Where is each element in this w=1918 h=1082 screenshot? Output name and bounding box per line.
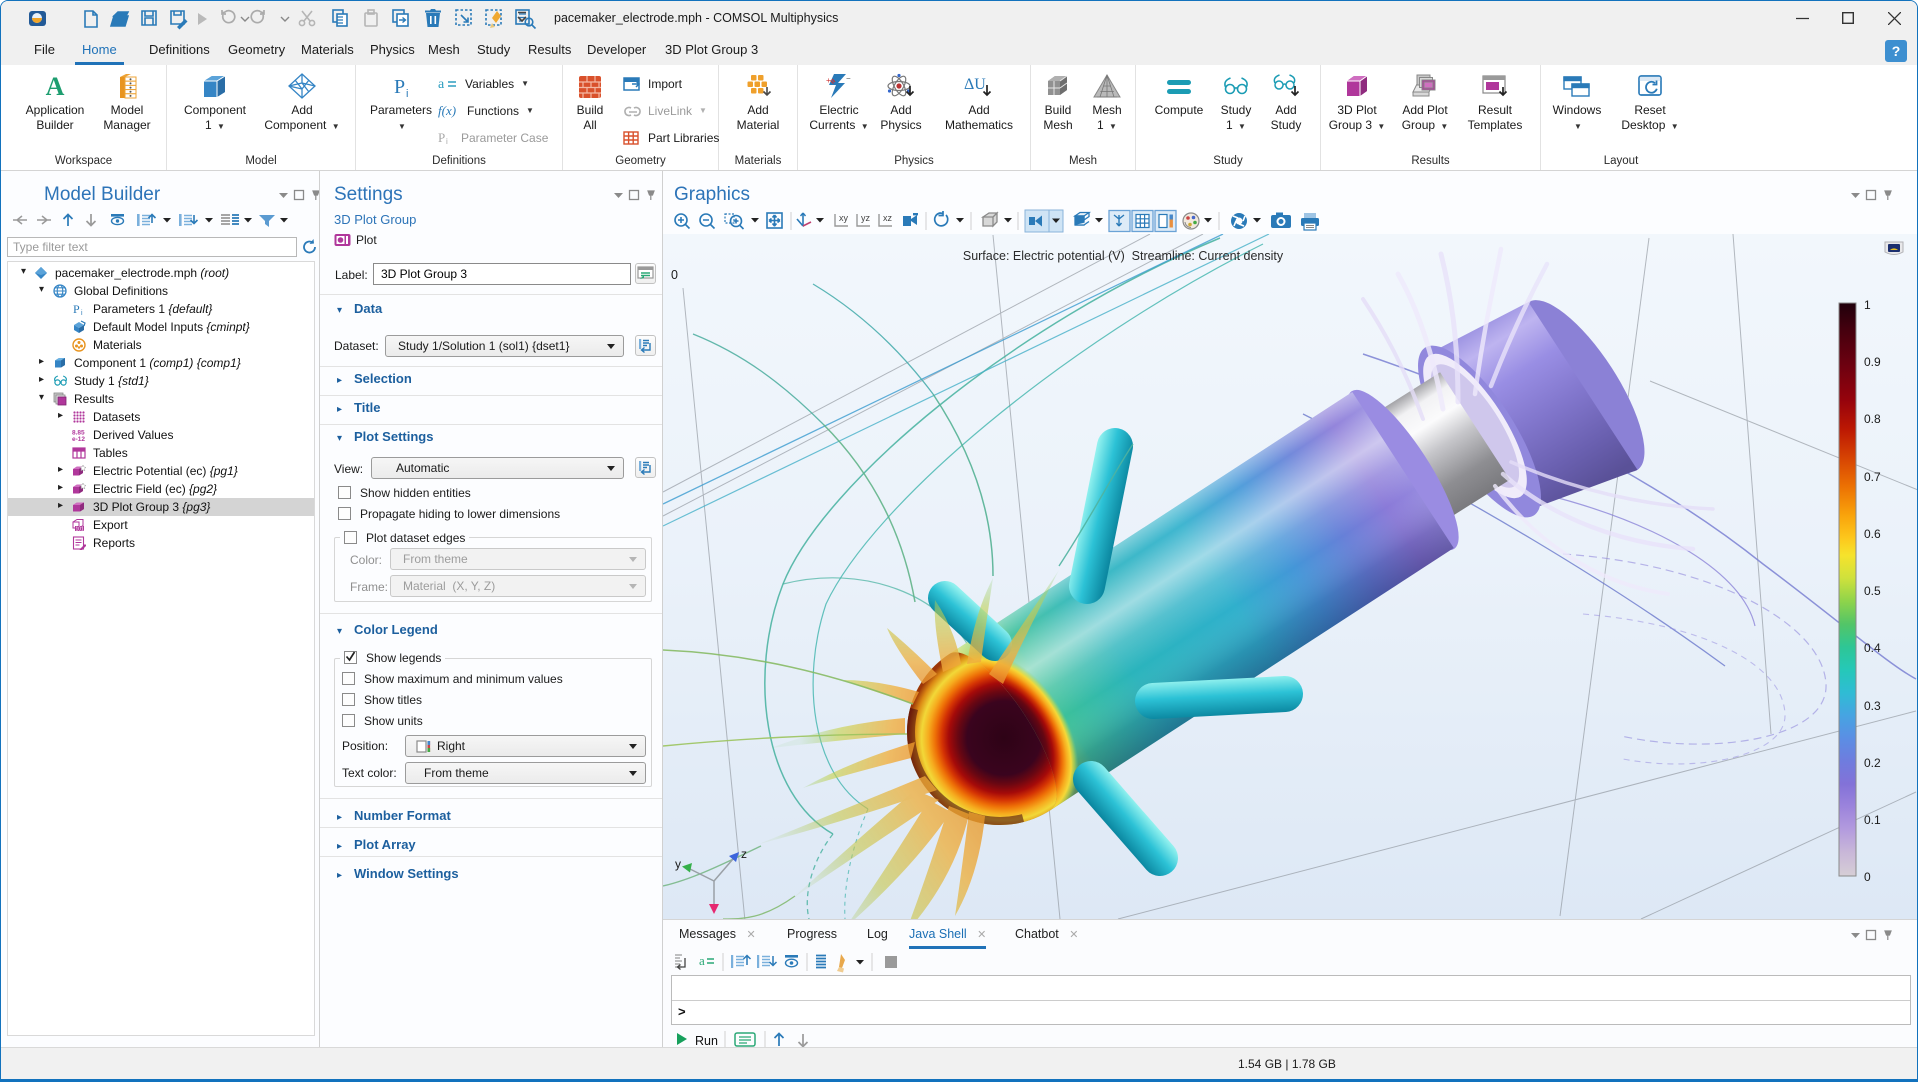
svg-text:a: a — [699, 953, 705, 968]
svg-text:1: 1 — [1864, 298, 1871, 312]
svg-text:f(x): f(x) — [438, 103, 456, 118]
svg-text:i: i — [81, 310, 83, 316]
svg-text:A: A — [46, 73, 65, 99]
svg-text:Surface: Electric potential (V: Surface: Electric potential (V) Streamli… — [963, 249, 1284, 263]
svg-text:0.4: 0.4 — [1864, 641, 1881, 655]
svg-text:0.3: 0.3 — [1864, 699, 1881, 713]
svg-text:0.6: 0.6 — [1864, 527, 1881, 541]
svg-text:0.5: 0.5 — [1864, 584, 1881, 598]
svg-text:a: a — [438, 77, 445, 91]
svg-text:P: P — [73, 302, 80, 316]
svg-text:101: 101 — [76, 527, 85, 532]
svg-text:−: − — [846, 74, 851, 83]
svg-text:ΔU: ΔU — [964, 76, 986, 93]
svg-text:yz: yz — [861, 213, 871, 223]
svg-text:z: z — [741, 847, 747, 861]
svg-text:0: 0 — [1864, 870, 1871, 884]
svg-text:xy: xy — [839, 213, 849, 223]
svg-text:0.8: 0.8 — [1864, 412, 1881, 426]
svg-text:Run: Run — [695, 1034, 718, 1048]
svg-text:0.9: 0.9 — [1864, 355, 1881, 369]
svg-text:0.7: 0.7 — [1864, 470, 1881, 484]
svg-text:xz: xz — [883, 213, 893, 223]
svg-text:0.1: 0.1 — [1864, 813, 1881, 827]
svg-text:i: i — [446, 137, 448, 145]
svg-text:i: i — [406, 88, 408, 99]
svg-text:0: 0 — [671, 268, 678, 282]
svg-text:+: + — [826, 76, 831, 85]
svg-text:P: P — [394, 76, 405, 98]
svg-text:e-12: e-12 — [72, 436, 85, 442]
svg-text:y: y — [675, 857, 681, 871]
svg-text:P: P — [438, 130, 445, 145]
svg-text:0.2: 0.2 — [1864, 756, 1881, 770]
